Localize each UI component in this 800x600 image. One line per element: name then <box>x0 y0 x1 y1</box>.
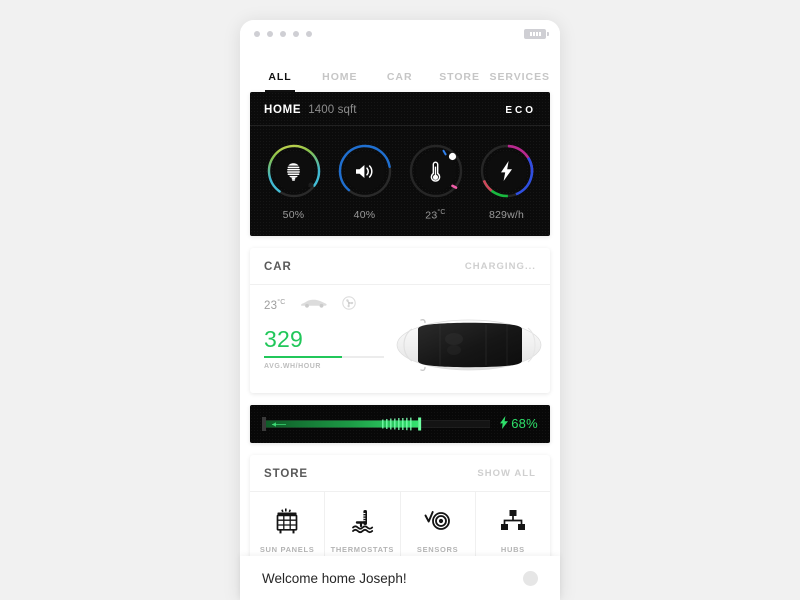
eco-badge: ECO <box>505 105 536 116</box>
home-title: HOME <box>264 104 302 116</box>
tab-bar[interactable]: ALL HOME CAR STORE SERVICES <box>240 48 560 92</box>
content-scroll[interactable]: HOME 1400 sqft ECO 50% 40% 23°C 829w/h C… <box>240 92 560 566</box>
lightbulb-icon <box>265 142 323 200</box>
tab-all[interactable]: ALL <box>250 71 310 92</box>
dial-thermostat-value: 23°C <box>403 209 469 222</box>
store-item-hubs[interactable]: HUBS <box>476 492 550 566</box>
dial-ring[interactable] <box>478 142 536 200</box>
energy-label: AVG.WH/HOUR <box>264 362 321 370</box>
store-item-label: THERMOSTATS <box>330 544 395 554</box>
thermostat-unit: °C <box>437 209 446 216</box>
window-dots <box>254 31 312 37</box>
store-item-sensors[interactable]: SENSORS <box>401 491 476 566</box>
thermometer-icon <box>407 142 465 200</box>
car-energy: 329 AVG.WH/HOUR <box>264 325 384 370</box>
dial-ring[interactable] <box>265 142 323 200</box>
home-card: HOME 1400 sqft ECO 50% 40% 23°C 829w/h <box>250 92 550 236</box>
home-subtitle: 1400 sqft <box>308 104 357 116</box>
user-avatar[interactable] <box>523 570 538 586</box>
tesla-top-view-image <box>394 311 544 382</box>
charge-percent: 68% <box>500 415 538 432</box>
speaker-icon <box>336 142 394 200</box>
dial-ring[interactable] <box>336 142 394 200</box>
bolt-icon <box>478 142 536 200</box>
tab-home[interactable]: HOME <box>310 71 370 92</box>
store-items: SUN PANELS THERMOSTATS SENSORS HUBS <box>250 491 550 566</box>
dial-power[interactable]: 829w/h <box>474 142 540 222</box>
motion-sensor-icon <box>403 506 473 536</box>
show-all-button[interactable]: SHOW ALL <box>477 468 536 479</box>
dial-ring[interactable] <box>407 142 465 200</box>
tab-store[interactable]: STORE <box>430 71 490 92</box>
store-item-thermostats[interactable]: THERMOSTATS <box>325 491 401 566</box>
window-dot <box>306 31 312 37</box>
welcome-bar: Welcome home Joseph! <box>240 556 560 600</box>
energy-progress-fill <box>264 355 342 358</box>
store-card: STORE SHOW ALL SUN PANELS THERMOSTATS SE… <box>250 454 550 566</box>
dial-lights[interactable]: 50% <box>261 142 327 222</box>
car-temperature: 23°C <box>264 299 286 312</box>
home-card-header: HOME 1400 sqft ECO <box>250 92 550 126</box>
store-item-label: SUN PANELS <box>259 544 315 554</box>
app-background: ALL HOME CAR STORE SERVICES HOME 1400 sq… <box>0 0 800 600</box>
charge-track <box>261 415 491 433</box>
car-card-header: CAR CHARGING... <box>250 248 550 285</box>
fan-icon[interactable] <box>341 295 356 315</box>
dial-power-value: 829w/h <box>488 209 525 221</box>
dial-thermostat[interactable]: 23°C <box>403 142 469 222</box>
phone-window: ALL HOME CAR STORE SERVICES HOME 1400 sq… <box>240 20 560 600</box>
window-dot <box>280 31 286 37</box>
network-hub-icon <box>478 506 548 536</box>
car-title: CAR <box>264 260 292 273</box>
car-card: CAR CHARGING... 23°C 329 AVG.WH/HOUR <box>250 247 550 393</box>
car-status: CHARGING... <box>464 261 536 272</box>
window-dot <box>267 31 273 37</box>
dial-audio-value: 40% <box>353 209 376 221</box>
energy-progress <box>264 355 384 358</box>
thermostat-value: 23 <box>425 209 438 222</box>
status-bar <box>240 20 560 48</box>
store-title: STORE <box>264 467 309 480</box>
car-temp-unit: °C <box>277 298 286 306</box>
store-card-header: STORE SHOW ALL <box>250 455 550 492</box>
charge-percent-label: 68% <box>511 416 538 431</box>
car-side-icon[interactable] <box>299 296 329 314</box>
store-item-sun-panels[interactable]: SUN PANELS <box>250 491 326 566</box>
tab-car[interactable]: CAR <box>370 71 430 92</box>
bolt-icon <box>500 415 509 432</box>
thermostat-water-icon <box>327 506 397 536</box>
welcome-message: Welcome home Joseph! <box>262 570 407 586</box>
store-item-label: HUBS <box>500 544 525 554</box>
store-item-label: SENSORS <box>416 544 459 554</box>
window-dot <box>254 31 260 37</box>
charge-bar-card: 68% <box>250 404 550 443</box>
car-temp-value: 23 <box>264 299 278 312</box>
home-dials: 50% 40% 23°C 829w/h <box>250 126 550 236</box>
solar-panel-icon <box>252 506 322 536</box>
dial-audio[interactable]: 40% <box>332 142 398 222</box>
window-dot <box>293 31 299 37</box>
car-card-body: 23°C 329 AVG.WH/HOUR <box>250 285 550 393</box>
battery-icon <box>524 29 549 39</box>
tab-services[interactable]: SERVICES <box>490 71 550 92</box>
dial-lights-value: 50% <box>282 209 305 221</box>
energy-value: 329 <box>264 325 304 352</box>
